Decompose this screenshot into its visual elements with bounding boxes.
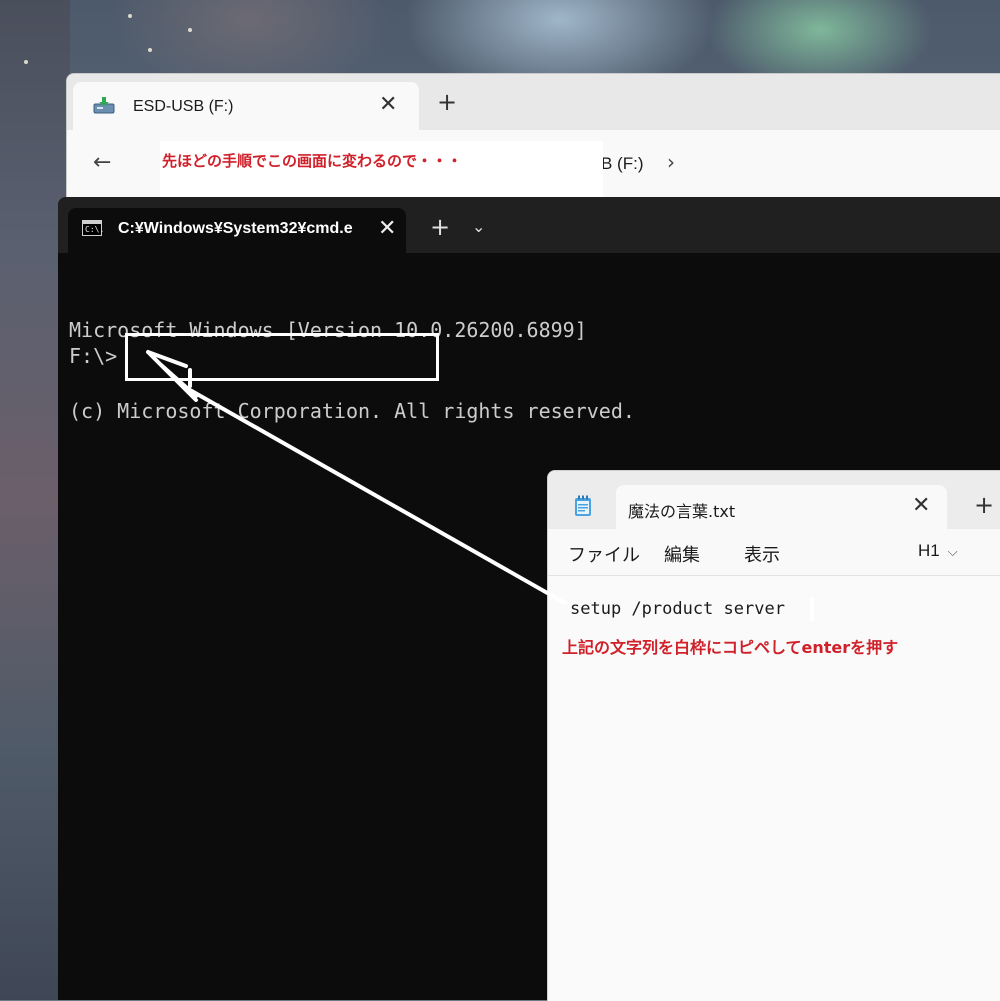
explorer-tab-bar: ESD-USB (F:) ✕ +	[67, 74, 1000, 132]
breadcrumb-drive[interactable]: B (F:)	[601, 154, 644, 174]
input-target-box	[125, 333, 439, 381]
heading-format-select[interactable]: H1 ⌵	[918, 541, 958, 561]
back-arrow-icon[interactable]: ←	[93, 150, 111, 175]
usb-drive-icon	[93, 97, 115, 114]
cmd-icon: C:\.	[82, 220, 105, 236]
more-options-icon[interactable]: ⋮	[994, 541, 1000, 560]
wallpaper-sparkle	[128, 14, 132, 18]
notepad-tab-bar: 魔法の言葉.txt ✕ +	[548, 471, 1000, 529]
terminal-prompt[interactable]: F:\>	[69, 344, 117, 368]
breadcrumb-chevron-icon[interactable]: ›	[667, 150, 675, 174]
editor-text-line[interactable]: setup /product server	[570, 599, 785, 619]
menu-edit[interactable]: 編集	[664, 541, 700, 567]
terminal-new-tab-button[interactable]: +	[430, 215, 450, 239]
terminal-tab[interactable]: C:\. C:¥Windows¥System32¥cmd.e ✕	[68, 208, 406, 253]
heading-format-value: H1	[918, 541, 940, 560]
wallpaper-sparkle	[24, 60, 28, 64]
menu-view[interactable]: 表示	[744, 541, 780, 567]
notepad-tab-close-icon[interactable]: ✕	[912, 493, 930, 518]
notepad-tab-title: 魔法の言葉.txt	[628, 502, 736, 521]
notepad-editor[interactable]: setup /product server 上記の文字列を白枠にコピペしてent…	[548, 576, 1000, 1001]
notepad-menu-bar: ファイル 編集 表示 H1 ⌵ ⋮	[548, 529, 1000, 576]
explorer-tab-close-icon[interactable]: ✕	[379, 92, 397, 117]
chevron-down-icon: ⌵	[947, 544, 958, 559]
notepad-app-icon	[575, 495, 591, 516]
notepad-tab[interactable]: 魔法の言葉.txt ✕	[616, 485, 947, 529]
explorer-tab[interactable]: ESD-USB (F:) ✕	[73, 82, 419, 132]
instruction-annotation: 上記の文字列を白枠にコピペしてenterを押す	[562, 638, 899, 657]
menu-file[interactable]: ファイル	[568, 541, 640, 567]
notepad-new-tab-button[interactable]: +	[974, 493, 994, 517]
text-cursor	[810, 597, 814, 621]
notepad-window: 魔法の言葉.txt ✕ + ファイル 編集 表示 H1 ⌵ ⋮ setup /pr…	[547, 470, 1000, 1001]
cmd-icon-text: C:\.	[85, 225, 105, 234]
terminal-line: (c) Microsoft Corporation. All rights re…	[69, 399, 635, 423]
explorer-new-tab-button[interactable]: +	[437, 90, 457, 114]
annotation-banner-text: 先ほどの手順でこの画面に変わるので・・・	[162, 152, 463, 170]
annotation-banner: 先ほどの手順でこの画面に変わるので・・・	[160, 141, 603, 199]
wallpaper-sparkle	[148, 48, 152, 52]
terminal-tab-bar: C:\. C:¥Windows¥System32¥cmd.e ✕ + ⌄	[58, 197, 1000, 253]
terminal-tab-close-icon[interactable]: ✕	[378, 216, 396, 241]
explorer-tab-title: ESD-USB (F:)	[133, 98, 234, 115]
chevron-down-icon[interactable]: ⌄	[472, 217, 485, 236]
terminal-tab-title: C:¥Windows¥System32¥cmd.e	[118, 220, 353, 237]
wallpaper-sparkle	[188, 28, 192, 32]
